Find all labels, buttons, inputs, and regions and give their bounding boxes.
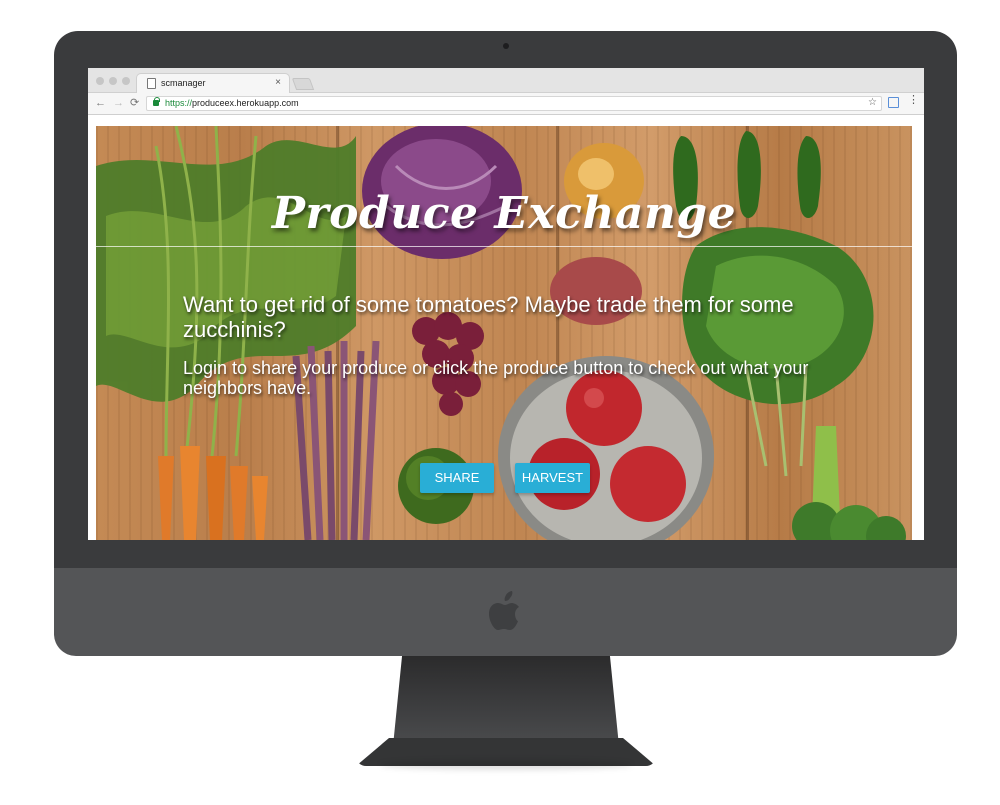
imac-mockup: scmanager × ← → ⟳ https://produceex.hero… [0,0,1000,805]
new-tab-button[interactable] [291,78,315,90]
share-button[interactable]: SHARE [420,463,494,493]
hero-section: Produce Exchange Want to get rid of some… [96,126,912,540]
broccoli [792,426,906,540]
browser-menu-icon[interactable]: ⋮ [908,95,919,106]
address-bar[interactable]: https://produceex.herokuapp.com ☆ [146,96,882,111]
site-title: Produce Exchange [271,188,737,239]
browser-toolbar: ← → ⟳ https://produceex.herokuapp.com ☆ … [88,93,924,115]
stand-shadow [380,760,632,770]
harvest-button[interactable]: HARVEST [515,463,590,493]
window-close-button[interactable] [96,77,104,85]
window-minimize-button[interactable] [109,77,117,85]
url-text: https://produceex.herokuapp.com [165,98,299,108]
hero-headline: Want to get rid of some tomatoes? Maybe … [183,292,794,342]
back-arrow-icon[interactable]: ← [95,96,106,110]
cast-icon[interactable] [888,97,899,108]
monitor-stand [393,656,619,746]
hero-subline: Login to share your produce or click the… [183,358,809,398]
title-divider [96,246,912,247]
page-icon [147,78,156,89]
carrots [158,446,268,540]
window-zoom-button[interactable] [122,77,130,85]
forward-arrow-icon[interactable]: → [113,96,124,110]
bookmark-star-icon[interactable]: ☆ [868,97,877,108]
tab-title: scmanager [161,78,206,88]
tab-close-icon[interactable]: × [275,77,281,88]
browser-tab[interactable]: scmanager × [136,73,290,94]
url-scheme: https:// [165,98,193,108]
apple-logo-icon [489,591,519,630]
url-host: produceex.herokuapp.com [192,98,299,108]
screen: scmanager × ← → ⟳ https://produceex.hero… [88,68,924,540]
lock-icon [153,97,160,106]
reload-icon[interactable]: ⟳ [130,96,139,110]
webcam [503,43,509,49]
browser-tab-bar: scmanager × [88,68,924,94]
